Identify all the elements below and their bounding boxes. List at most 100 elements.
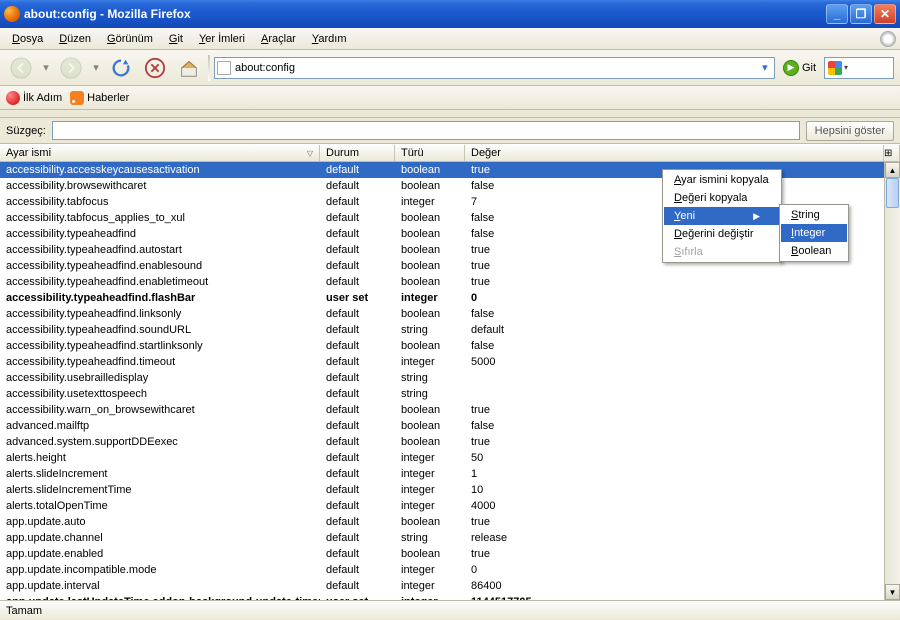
pref-status: default: [320, 579, 395, 593]
context-item[interactable]: Ayar ismini kopyala: [664, 171, 780, 189]
forward-dropdown[interactable]: ▾: [90, 54, 102, 82]
bookmark-item[interactable]: İlk Adım: [6, 91, 62, 105]
menu-git[interactable]: Git: [161, 31, 191, 47]
pref-type: integer: [395, 451, 465, 465]
window-titlebar: about:config - Mozilla Firefox _ ❐ ✕: [0, 0, 900, 28]
url-dropdown[interactable]: ▾: [758, 61, 772, 74]
table-row[interactable]: accessibility.typeaheadfind.timeoutdefau…: [0, 354, 884, 370]
table-row[interactable]: accessibility.usetexttospeechdefaultstri…: [0, 386, 884, 402]
vertical-scrollbar[interactable]: ▲ ▼: [884, 162, 900, 600]
column-value[interactable]: Değer: [465, 145, 884, 161]
navigation-toolbar: ▾ ▾ ▾ ▶ Git ▾: [0, 50, 900, 86]
filter-input[interactable]: [52, 121, 800, 140]
table-row[interactable]: app.update.incompatible.modedefaultinteg…: [0, 562, 884, 578]
context-menu[interactable]: Ayar ismini kopyalaDeğeri kopyalaYeni▶De…: [662, 169, 782, 263]
pref-name: app.update.enabled: [0, 547, 320, 561]
pref-name: advanced.mailftp: [0, 419, 320, 433]
pref-value: 5000: [465, 355, 884, 369]
url-bar[interactable]: ▾: [214, 57, 775, 79]
table-row[interactable]: alerts.heightdefaultinteger50: [0, 450, 884, 466]
pref-status: default: [320, 451, 395, 465]
close-button[interactable]: ✕: [874, 4, 896, 24]
pref-type: integer: [395, 291, 465, 305]
context-item: Sıfırla: [664, 243, 780, 261]
table-row[interactable]: advanced.mailftpdefaultbooleanfalse: [0, 418, 884, 434]
search-engine-icon: [828, 61, 842, 75]
search-bar[interactable]: ▾: [824, 57, 894, 79]
pref-type: string: [395, 323, 465, 337]
pref-status: default: [320, 371, 395, 385]
table-row[interactable]: advanced.system.supportDDEexecdefaultboo…: [0, 434, 884, 450]
show-all-button[interactable]: Hepsini göster: [806, 121, 894, 141]
pref-type: boolean: [395, 403, 465, 417]
table-row[interactable]: app.update.channeldefaultstringrelease: [0, 530, 884, 546]
table-header: Ayar ismi▽ Durum Türü Değer ⊞: [0, 144, 900, 162]
table-row[interactable]: app.update.autodefaultbooleantrue: [0, 514, 884, 530]
menu-dosya[interactable]: Dosya: [4, 31, 51, 47]
column-picker[interactable]: ⊞: [884, 145, 900, 161]
status-bar: Tamam: [0, 600, 900, 620]
table-row[interactable]: app.update.intervaldefaultinteger86400: [0, 578, 884, 594]
go-label: Git: [802, 62, 816, 74]
table-row[interactable]: app.update.enableddefaultbooleantrue: [0, 546, 884, 562]
submenu-item-string[interactable]: String: [781, 206, 847, 224]
column-type[interactable]: Türü: [395, 145, 465, 161]
submenu-item-boolean[interactable]: Boolean: [781, 242, 847, 260]
scroll-thumb[interactable]: [886, 178, 899, 208]
search-dropdown[interactable]: ▾: [844, 63, 848, 72]
table-row[interactable]: accessibility.typeaheadfind.flashBaruser…: [0, 290, 884, 306]
pref-type: boolean: [395, 307, 465, 321]
home-button[interactable]: [174, 54, 204, 82]
url-input[interactable]: [235, 62, 758, 74]
table-row[interactable]: accessibility.warn_on_browsewithcaretdef…: [0, 402, 884, 418]
column-name[interactable]: Ayar ismi▽: [0, 145, 320, 161]
menu-araçlar[interactable]: Araçlar: [253, 31, 304, 47]
table-row[interactable]: accessibility.typeaheadfind.linksonlydef…: [0, 306, 884, 322]
context-item[interactable]: Değerini değiştir: [664, 225, 780, 243]
pref-type: string: [395, 531, 465, 545]
pref-type: boolean: [395, 243, 465, 257]
submenu-item-integer[interactable]: Integer: [781, 224, 847, 242]
pref-status: default: [320, 515, 395, 529]
scroll-track[interactable]: [885, 178, 900, 584]
scroll-up-button[interactable]: ▲: [885, 162, 900, 178]
scroll-down-button[interactable]: ▼: [885, 584, 900, 600]
menu-görünüm[interactable]: Görünüm: [99, 31, 161, 47]
table-row[interactable]: app.update.lastUpdateTime.addon-backgrou…: [0, 594, 884, 600]
pref-name: app.update.channel: [0, 531, 320, 545]
reload-button[interactable]: [106, 54, 136, 82]
pref-status: default: [320, 419, 395, 433]
pref-status: default: [320, 355, 395, 369]
go-icon: ▶: [783, 60, 799, 76]
context-item[interactable]: Yeni▶: [664, 207, 780, 225]
context-item[interactable]: Değeri kopyala: [664, 189, 780, 207]
bookmark-item[interactable]: Haberler: [70, 91, 129, 105]
pref-status: default: [320, 243, 395, 257]
pref-type: boolean: [395, 547, 465, 561]
minimize-button[interactable]: _: [826, 4, 848, 24]
menu-yardım[interactable]: Yardım: [304, 31, 355, 47]
forward-button[interactable]: [56, 54, 86, 82]
table-row[interactable]: accessibility.typeaheadfind.soundURLdefa…: [0, 322, 884, 338]
pref-name: accessibility.typeaheadfind.timeout: [0, 355, 320, 369]
menu-düzen[interactable]: Düzen: [51, 31, 99, 47]
stop-button[interactable]: [140, 54, 170, 82]
table-row[interactable]: alerts.slideIncrementdefaultinteger1: [0, 466, 884, 482]
maximize-button[interactable]: ❐: [850, 4, 872, 24]
pref-value: 1: [465, 467, 884, 481]
table-row[interactable]: accessibility.usebrailledisplaydefaultst…: [0, 370, 884, 386]
back-button[interactable]: [6, 54, 36, 82]
table-row[interactable]: accessibility.typeaheadfind.startlinkson…: [0, 338, 884, 354]
pref-type: string: [395, 387, 465, 401]
menu-yer i̇mleri[interactable]: Yer İmleri: [191, 31, 253, 47]
table-row[interactable]: accessibility.typeaheadfind.enabletimeou…: [0, 274, 884, 290]
table-row[interactable]: alerts.slideIncrementTimedefaultinteger1…: [0, 482, 884, 498]
pref-status: default: [320, 531, 395, 545]
column-status[interactable]: Durum: [320, 145, 395, 161]
back-dropdown[interactable]: ▾: [40, 54, 52, 82]
go-button[interactable]: ▶ Git: [779, 60, 820, 76]
pref-type: integer: [395, 467, 465, 481]
new-submenu[interactable]: StringIntegerBoolean: [779, 204, 849, 262]
pref-status: default: [320, 403, 395, 417]
table-row[interactable]: alerts.totalOpenTimedefaultinteger4000: [0, 498, 884, 514]
